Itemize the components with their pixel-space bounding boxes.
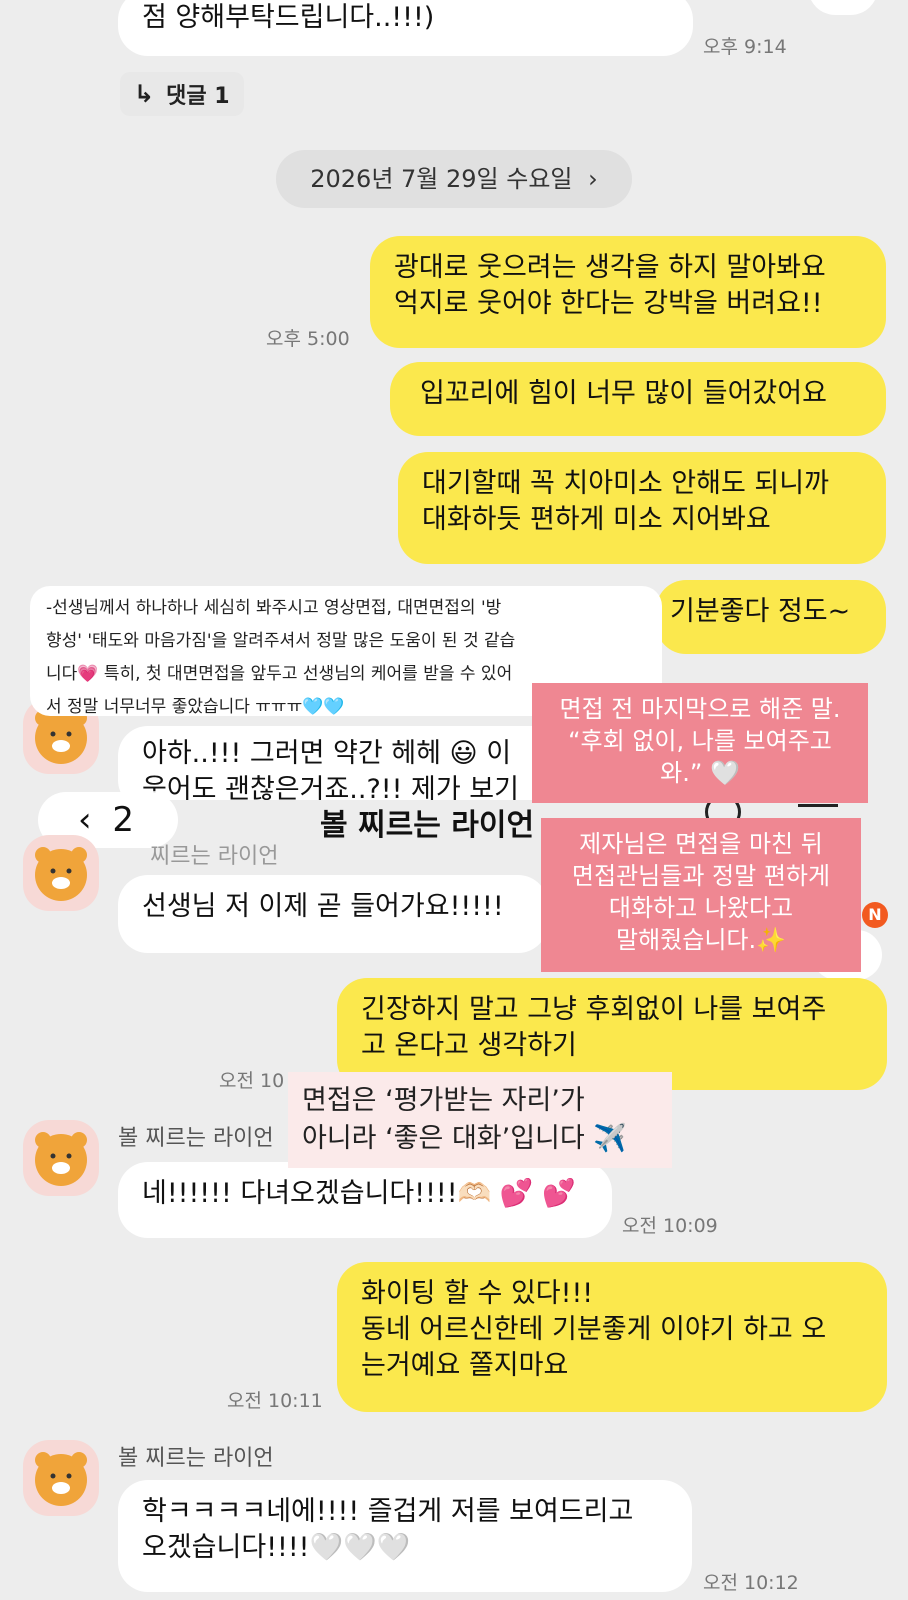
sender-name: 찌르는 라이언 <box>150 844 279 869</box>
message-bubble[interactable]: 네!!!!!! 다녀오겠습니다!!!!🫶🏻 💕 💕 <box>118 1162 612 1238</box>
ryan-icon <box>35 1132 87 1186</box>
unread-count: 2 <box>112 800 135 840</box>
reply-count-label: 댓글 1 <box>166 84 230 109</box>
reply-thread-link[interactable]: ↳ 댓글 1 <box>120 72 244 116</box>
message-bubble[interactable]: 대기할때 꼭 치아미소 안해도 되니까 대화하듯 편하게 미소 지어봐요 <box>398 452 886 564</box>
message-bubble[interactable]: 화이팅 할 수 있다!!! 동네 어르신한테 기분좋게 이야기 하고 오 는거예… <box>337 1262 887 1412</box>
ryan-icon <box>35 1452 87 1506</box>
ryan-avatar[interactable] <box>23 835 99 911</box>
caption-box: 면접 전 마지막으로 해준 말. “후회 없이, 나를 보여주고 와.” 🤍 <box>532 683 868 803</box>
message-bubble[interactable]: 기분좋다 정도~ <box>656 580 886 654</box>
reply-arrow-icon: ↳ <box>134 80 155 108</box>
ryan-icon <box>35 847 87 901</box>
sender-name: 볼 찌르는 라이언 <box>118 1446 274 1471</box>
message-time: 오전 10 <box>219 1070 285 1092</box>
sender-name: 볼 찌르는 라이언 <box>118 1126 274 1151</box>
back-arrow-icon: ‹ <box>78 800 92 840</box>
message-time: 오전 10:09 <box>622 1215 718 1237</box>
message-bubble[interactable]: 선생님 저 이제 곧 들어가요!!!!! <box>118 875 548 953</box>
message-time: 오전 10:11 <box>227 1390 323 1412</box>
message-bubble[interactable]: 점 양해부탁드립니다..!!!) <box>118 0 693 56</box>
menu-icon[interactable] <box>798 804 838 807</box>
message-time: 오후 5:00 <box>266 328 350 350</box>
chevron-right-icon: › <box>588 165 598 193</box>
new-badge: N <box>862 902 888 928</box>
ryan-avatar[interactable] <box>23 1440 99 1516</box>
message-bubble[interactable]: 학ㅋㅋㅋㅋ네에!!!! 즐겁게 저를 보여드리고 오겠습니다!!!!🤍🤍🤍 <box>118 1480 692 1592</box>
ryan-avatar[interactable] <box>23 1120 99 1196</box>
caption-tag: 면접은 ‘평가받는 자리’가 아니라 ‘좋은 대화’입니다 ✈️ <box>288 1072 672 1168</box>
date-label: 2026년 7월 29일 수요일 <box>310 165 573 193</box>
caption-box: 제자님은 면접을 마친 뒤 면접관님들과 정말 편하게 대화하고 나왔다고 말해… <box>541 818 861 972</box>
message-time: 오전 10:12 <box>703 1572 799 1594</box>
top-right-button[interactable] <box>808 0 878 15</box>
message-bubble[interactable]: 광대로 웃으려는 생각을 하지 말아봐요 억지로 웃어야 한다는 강박을 버려요… <box>370 236 886 348</box>
date-separator[interactable]: 2026년 7월 29일 수요일 › <box>276 150 632 208</box>
message-time: 오후 9:14 <box>703 36 787 58</box>
message-bubble[interactable]: 입꼬리에 힘이 너무 많이 들어갔어요 <box>390 362 886 436</box>
chat-title: 볼 찌르는 라이언 <box>320 808 535 843</box>
